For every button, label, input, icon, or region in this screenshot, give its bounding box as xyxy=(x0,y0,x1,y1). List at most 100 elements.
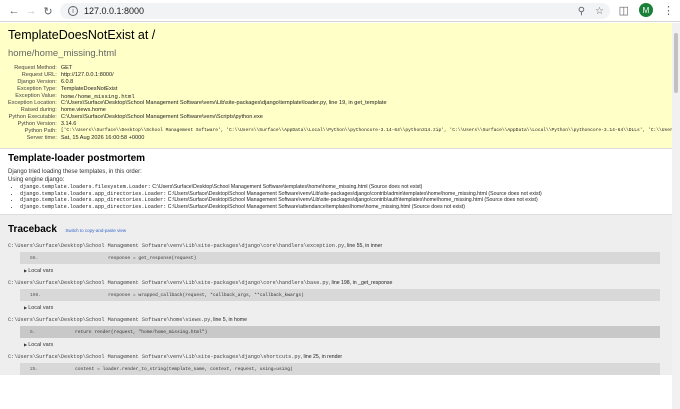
profile-avatar[interactable]: M xyxy=(639,3,653,17)
frame-file: C:\Users\Surface\Desktop\School Manageme… xyxy=(8,354,664,360)
meta-row: Python Executable: C:\Users\Surface\Deskt… xyxy=(8,114,672,121)
forward-arrow-icon[interactable]: → xyxy=(23,3,39,19)
postmortem-engine: Using engine django: xyxy=(8,177,65,183)
python-path-label: Python Path: xyxy=(24,128,57,134)
frame-path: C:\Users\Surface\Desktop\School Manageme… xyxy=(8,317,211,324)
frame-file: C:\Users\Surface\Desktop\School Manageme… xyxy=(8,317,664,323)
frame-path: C:\Users\Surface\Desktop\School Manageme… xyxy=(8,243,345,250)
postmortem-intro: Django tried loading these templates, in… xyxy=(8,169,142,175)
traceback-frame: C:\Users\Surface\Desktop\School Manageme… xyxy=(8,317,664,348)
local-vars-toggle[interactable]: ▶ Local vars xyxy=(24,305,664,311)
meta-value: C:\Users\Surface\Desktop\School Manageme… xyxy=(60,100,387,106)
frame-path: C:\Users\Surface\Desktop\School Manageme… xyxy=(8,354,301,361)
local-vars-label: Local vars xyxy=(28,305,54,312)
menu-kebab-icon[interactable]: ⋮ xyxy=(663,4,674,17)
meta-label: Request Method: xyxy=(14,65,57,71)
code-context-line[interactable]: 55. response = get_response(request) xyxy=(20,252,660,265)
meta-row: Request Method: GET xyxy=(8,65,672,72)
code-context-line[interactable]: 198. response = wrapped_callback(request… xyxy=(20,289,660,302)
meta-label: Exception Value: xyxy=(15,93,57,99)
traceback-frame: C:\Users\Surface\Desktop\School Manageme… xyxy=(8,243,664,274)
meta-value: 3.14.6 xyxy=(60,121,77,127)
code-text: response = get_response(request) xyxy=(64,255,197,261)
local-vars-label: Local vars xyxy=(28,268,54,275)
meta-value: home.views.home xyxy=(60,107,106,113)
postmortem-item: django.template.loaders.filesystem.Loade… xyxy=(20,184,664,191)
meta-row: Django Version: 6.0.8 xyxy=(8,79,672,86)
browser-toolbar: ← → ↻ i 127.0.0.1:8000 ⚲ ☆ ◫ M ⋮ xyxy=(0,0,680,22)
local-vars-toggle[interactable]: ▶ Local vars xyxy=(24,268,664,274)
loader-name: django.template.loaders.app_directories.… xyxy=(20,190,167,197)
line-number: 55. xyxy=(30,255,39,261)
local-vars-toggle[interactable]: ▶ Local vars xyxy=(24,342,664,348)
frame-file: C:\Users\Surface\Desktop\School Manageme… xyxy=(8,280,664,286)
frame-file: C:\Users\Surface\Desktop\School Manageme… xyxy=(8,243,664,249)
line-number: 25. xyxy=(30,366,39,372)
site-info-icon[interactable]: i xyxy=(68,6,78,16)
postmortem-heading: Template-loader postmortem xyxy=(8,153,146,164)
page-title: TemplateDoesNotExist at / home/home_miss… xyxy=(8,28,664,61)
meta-value: 6.0.8 xyxy=(60,79,74,85)
frame-location: , line 55, in inner xyxy=(344,243,383,250)
zoom-icon[interactable]: ⚲ xyxy=(578,6,585,17)
code-text: return render(request, "home/home_missin… xyxy=(64,329,208,335)
local-vars-label: Local vars xyxy=(28,342,54,349)
template-path: C:\Users\Surface\Desktop\School Manageme… xyxy=(167,197,538,204)
traceback-frame: C:\Users\Surface\Desktop\School Manageme… xyxy=(8,280,664,311)
line-number: 198. xyxy=(30,292,42,298)
traceback-frames: C:\Users\Surface\Desktop\School Manageme… xyxy=(8,243,664,376)
loader-name: django.template.loaders.app_directories.… xyxy=(20,203,167,210)
traceback-frame: C:\Users\Surface\Desktop\School Manageme… xyxy=(8,354,664,376)
loader-name: django.template.loaders.app_directories.… xyxy=(20,197,167,204)
request-meta-table: Request Method: GET Request URL: http://127… xyxy=(8,65,672,142)
server-time-value: Sat, 15 Aug 2026 16:00:58 +0000 xyxy=(60,135,145,141)
meta-value: GET xyxy=(60,65,73,71)
extensions-icon[interactable]: ◫ xyxy=(619,4,629,17)
meta-label: Python Version: xyxy=(17,121,57,127)
address-url: 127.0.0.1:8000 xyxy=(84,6,145,16)
code-context-line[interactable]: 25. content = loader.render_to_string(te… xyxy=(20,363,660,376)
code-context-line[interactable]: 5. return render(request, "home/home_mis… xyxy=(20,326,660,339)
meta-value: http://127.0.0.1:8000/ xyxy=(60,72,114,78)
frame-path: C:\Users\Surface\Desktop\School Manageme… xyxy=(8,280,329,287)
frame-location: , line 5, in home xyxy=(210,317,247,324)
postmortem-item: django.template.loaders.app_directories.… xyxy=(20,204,664,211)
back-arrow-icon[interactable]: ← xyxy=(6,3,22,19)
meta-label: Python Executable: xyxy=(8,114,57,120)
page-content: TemplateDoesNotExist at / home/home_miss… xyxy=(0,23,672,409)
template-path: C:\Users\Surface\Desktop\School Manageme… xyxy=(152,184,423,190)
postmortem-item: django.template.loaders.app_directories.… xyxy=(20,197,664,204)
postmortem-section: Template-loader postmortem Django tried … xyxy=(0,149,672,215)
code-text: response = wrapped_callback(request, *ca… xyxy=(64,292,304,298)
meta-value: TemplateDoesNotExist xyxy=(60,86,118,92)
meta-label: Exception Location: xyxy=(8,100,57,106)
page-scrollbar[interactable] xyxy=(672,23,680,409)
meta-label: Django Version: xyxy=(17,79,57,85)
meta-label: Exception Type: xyxy=(17,86,57,92)
meta-row: Exception Value: home/home_missing.html xyxy=(8,93,672,100)
traceback-heading: Traceback xyxy=(8,224,57,236)
server-time-label: Server time: xyxy=(26,135,57,141)
meta-label: Raised during: xyxy=(20,107,57,113)
template-path: C:\Users\Surface\Desktop\School Manageme… xyxy=(167,203,466,210)
error-summary: TemplateDoesNotExist at / home/home_miss… xyxy=(0,23,672,149)
error-subtitle: home/home_missing.html xyxy=(8,48,117,59)
address-bar[interactable]: i 127.0.0.1:8000 ⚲ ☆ xyxy=(60,3,610,19)
server-time-row: Server time: Sat, 15 Aug 2026 16:00:58 +0… xyxy=(8,135,672,142)
meta-row: Python Version: 3.14.6 xyxy=(8,121,672,128)
traceback-section: Traceback Switch to copy-and-paste view … xyxy=(0,214,672,376)
bookmark-star-icon[interactable]: ☆ xyxy=(595,6,604,17)
copy-paste-view-link[interactable]: Switch to copy-and-paste view xyxy=(65,228,126,233)
frame-location: , line 198, in _get_response xyxy=(328,280,393,287)
meta-value: home/home_missing.html xyxy=(60,93,135,100)
meta-label: Request URL: xyxy=(21,72,57,78)
scrollbar-thumb[interactable] xyxy=(674,33,678,93)
reload-icon[interactable]: ↻ xyxy=(40,3,56,19)
meta-value: C:\Users\Surface\Desktop\School Manageme… xyxy=(60,114,263,120)
python-path-value: ['C:\\Users\\Surface\\Desktop\\School Ma… xyxy=(60,128,672,133)
loader-name: django.template.loaders.filesystem.Loade… xyxy=(20,184,151,190)
meta-row: Exception Type: TemplateDoesNotExist xyxy=(8,86,672,93)
error-title: TemplateDoesNotExist at / xyxy=(8,28,156,42)
meta-row: Exception Location: C:\Users\Surface\Desk… xyxy=(8,100,672,107)
line-number: 5. xyxy=(30,329,36,335)
